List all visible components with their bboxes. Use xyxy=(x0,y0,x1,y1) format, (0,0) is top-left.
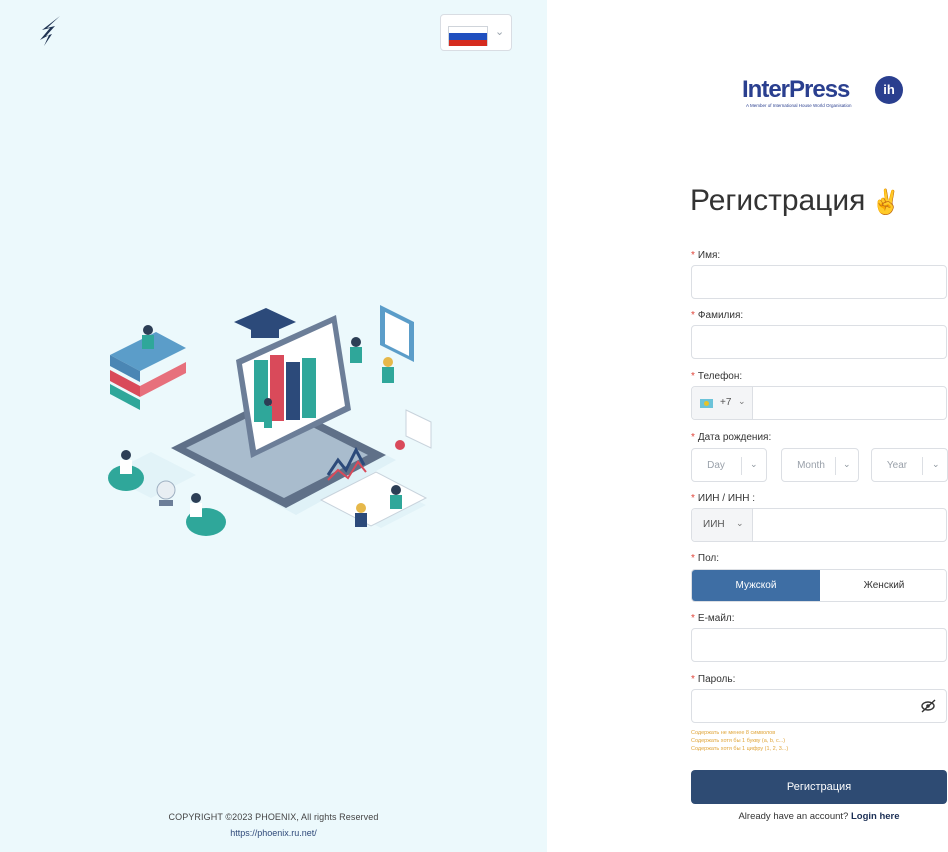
gender-toggle: Мужской Женский xyxy=(691,569,947,602)
phone-code: +7 xyxy=(720,397,732,408)
interpress-logo: InterPress ih A Member of International … xyxy=(742,76,904,112)
chevron-down-icon: ⌄ xyxy=(736,518,744,528)
password-hint: Содержать хотя бы 1 цифру (1, 2, 3...) xyxy=(691,746,789,752)
inn-input[interactable] xyxy=(754,509,946,541)
first-name-label: * Имя: xyxy=(691,250,720,261)
required-mark: * xyxy=(691,553,695,564)
gender-label: * Пол: xyxy=(691,553,719,564)
day-placeholder: Day xyxy=(707,460,725,471)
required-mark: * xyxy=(691,310,695,321)
password-input[interactable] xyxy=(692,690,912,722)
chevron-down-icon: ⌄ xyxy=(738,396,746,406)
phone-label: * Телефон: xyxy=(691,371,742,382)
russia-flag-icon xyxy=(448,26,488,46)
phone-label-text: Телефон: xyxy=(697,371,743,382)
first-name-label-text: Имя: xyxy=(697,250,721,261)
title-text: Регистрация xyxy=(690,184,866,217)
password-label-text: Пароль: xyxy=(697,674,736,685)
login-prompt: Already have an account? Login here xyxy=(691,811,947,822)
password-field xyxy=(691,689,947,723)
phone-input[interactable] xyxy=(754,387,946,419)
birth-date-label-text: Дата рождения: xyxy=(697,432,772,443)
brand-badge: ih xyxy=(875,76,903,104)
month-placeholder: Month xyxy=(797,460,825,471)
required-mark: * xyxy=(691,674,695,685)
inn-type-select[interactable]: ИИН ⌄ xyxy=(692,509,753,541)
login-link[interactable]: Login here xyxy=(851,811,900,822)
language-select[interactable]: ⌄ xyxy=(440,14,512,51)
gender-male-button[interactable]: Мужской xyxy=(692,570,820,601)
register-button[interactable]: Регистрация xyxy=(691,770,947,804)
eye-toggle-icon[interactable] xyxy=(920,698,938,714)
victory-hand-icon: ✌️ xyxy=(871,189,902,216)
site-link[interactable]: https://phoenix.ru.net/ xyxy=(0,828,547,838)
required-mark: * xyxy=(691,250,695,261)
email-input[interactable] xyxy=(691,628,947,662)
inn-label-text: ИИН / ИНН : xyxy=(697,493,756,504)
left-panel: ⌄ COPYRIGHT ©2023 PHOENIX, All rights Re… xyxy=(0,0,547,852)
gender-label-text: Пол: xyxy=(697,553,720,564)
copyright-text: COPYRIGHT ©2023 PHOENIX, All rights Rese… xyxy=(168,812,379,822)
page-title: Регистрация ✌️ xyxy=(690,184,901,218)
brand-tagline: A Member of International House World Or… xyxy=(746,103,852,108)
chevron-down-icon: ⌄ xyxy=(843,459,851,469)
password-hints: Содержать не менее 8 символов Содержать … xyxy=(691,729,788,753)
chevron-down-icon: ⌄ xyxy=(495,26,505,38)
password-hint: Содержать не менее 8 символов xyxy=(691,730,776,736)
email-label: * Е-майл: xyxy=(691,613,735,624)
inn-type: ИИН xyxy=(703,519,725,530)
email-label-text: Е-майл: xyxy=(697,613,735,624)
first-name-input[interactable] xyxy=(691,265,947,299)
password-hint: Содержать хотя бы 1 букву (a, b, c...) xyxy=(691,738,786,744)
required-mark: * xyxy=(691,493,695,504)
last-name-label: * Фамилия: xyxy=(691,310,743,321)
gender-female-button[interactable]: Женский xyxy=(820,570,946,601)
inn-field: ИИН ⌄ xyxy=(691,508,947,542)
day-select[interactable]: Day ⌄ xyxy=(691,448,767,482)
year-placeholder: Year xyxy=(886,460,908,471)
last-name-input[interactable] xyxy=(691,325,947,359)
phoenix-logo-icon[interactable] xyxy=(36,14,62,48)
brand-name: InterPress xyxy=(742,76,850,103)
required-mark: * xyxy=(691,371,695,382)
education-illustration xyxy=(106,305,432,536)
required-mark: * xyxy=(691,432,695,443)
birth-date-label: * Дата рождения: xyxy=(691,432,771,443)
chevron-down-icon: ⌄ xyxy=(750,459,758,469)
last-name-label-text: Фамилия: xyxy=(697,310,744,321)
required-mark: * xyxy=(691,613,695,624)
phone-field: +7 ⌄ xyxy=(691,386,947,420)
month-select[interactable]: Month ⌄ xyxy=(781,448,859,482)
password-label: * Пароль: xyxy=(691,674,735,685)
inn-label: * ИИН / ИНН : xyxy=(691,493,755,504)
kazakhstan-flag-icon xyxy=(700,399,713,408)
chevron-down-icon: ⌄ xyxy=(932,459,940,469)
year-select[interactable]: Year ⌄ xyxy=(871,448,948,482)
phone-country-select[interactable]: +7 ⌄ xyxy=(692,387,753,419)
login-prompt-text: Already have an account? xyxy=(738,811,849,822)
